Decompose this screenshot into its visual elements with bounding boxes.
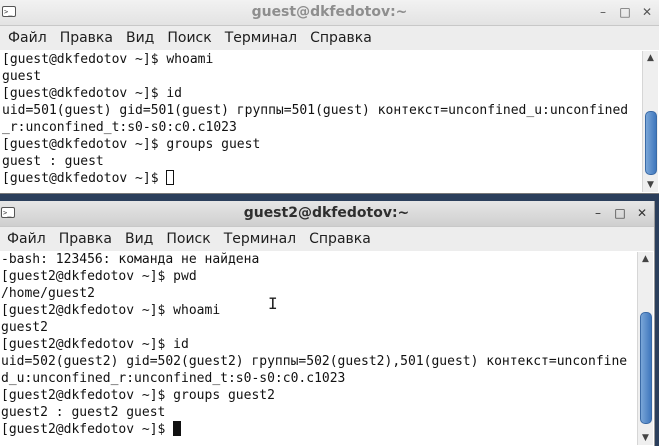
terminal-window-guest2[interactable]: >_ guest2@dkfedotov:~ – □ ✕ Файл Правка … — [0, 201, 655, 446]
terminal-line: uid=502(guest2) gid=502(guest2) группы=5… — [1, 354, 628, 369]
titlebar[interactable]: >_ guest2@dkfedotov:~ – □ ✕ — [0, 201, 654, 227]
terminal-line: [guest@dkfedotov ~]$ groups guest — [2, 137, 261, 152]
terminal-line: [guest@dkfedotov ~]$ id — [2, 86, 183, 101]
terminal-line: _r:unconfined_t:s0-s0:c0.c1023 — [2, 120, 237, 135]
prompt: [guest@dkfedotov ~]$ — [2, 171, 167, 186]
terminal-line: -bash: 123456: команда не найдена — [1, 252, 260, 267]
menu-view[interactable]: Вид — [120, 30, 161, 46]
minimize-button[interactable]: – — [595, 4, 611, 20]
terminal-line: guest2 — [1, 320, 48, 335]
prompt: [guest2@dkfedotov ~]$ — [1, 422, 174, 437]
text-cursor — [173, 421, 182, 436]
menu-edit[interactable]: Правка — [54, 30, 120, 46]
scroll-up-icon[interactable]: ▲ — [638, 252, 653, 266]
prompt-line[interactable]: [guest2@dkfedotov ~]$ — [1, 421, 636, 438]
maximize-button[interactable]: □ — [612, 205, 628, 221]
scroll-up-icon[interactable]: ▲ — [643, 51, 658, 65]
terminal-line: guest2 : guest2 guest — [1, 405, 166, 420]
menu-help[interactable]: Справка — [303, 231, 378, 247]
text-cursor — [166, 170, 175, 185]
terminal-line: [guest2@dkfedotov ~]$ whoami — [1, 303, 221, 318]
menu-search[interactable]: Поиск — [161, 30, 218, 46]
terminal-output[interactable]: -bash: 123456: команда не найдена [guest… — [0, 251, 654, 446]
menu-terminal[interactable]: Терминал — [219, 30, 304, 46]
close-button[interactable]: ✕ — [634, 205, 650, 221]
scrollbar-thumb[interactable] — [645, 111, 657, 175]
terminal-line: /home/guest2 — [1, 286, 95, 301]
menu-view[interactable]: Вид — [119, 231, 160, 247]
scrollbar[interactable]: ▲ ▼ — [642, 51, 658, 192]
menu-terminal[interactable]: Терминал — [218, 231, 303, 247]
menubar: Файл Правка Вид Поиск Терминал Справка — [0, 227, 654, 252]
menubar: Файл Правка Вид Поиск Терминал Справка — [0, 26, 659, 51]
scroll-down-icon[interactable]: ▼ — [638, 431, 653, 445]
terminal-line: guest — [2, 69, 42, 84]
menu-help[interactable]: Справка — [304, 30, 379, 46]
terminal-line: d_u:unconfined_r:unconfined_t:s0-s0:c0.c… — [1, 371, 346, 386]
ibeam-cursor-icon: Ι — [268, 296, 278, 312]
terminal-line: [guest@dkfedotov ~]$ whoami — [2, 52, 214, 67]
terminal-line: [guest2@dkfedotov ~]$ groups guest2 — [1, 388, 275, 403]
titlebar[interactable]: >_ guest@dkfedotov:~ – □ ✕ — [0, 0, 659, 26]
scroll-down-icon[interactable]: ▼ — [643, 178, 658, 192]
menu-file[interactable]: Файл — [2, 30, 54, 46]
menu-file[interactable]: Файл — [1, 231, 53, 247]
terminal-line: [guest2@dkfedotov ~]$ pwd — [1, 269, 197, 284]
terminal-line: guest : guest — [2, 154, 104, 169]
scrollbar-thumb[interactable] — [640, 312, 652, 424]
scrollbar[interactable]: ▲ ▼ — [637, 252, 653, 445]
close-button[interactable]: ✕ — [639, 4, 655, 20]
window-title: guest2@dkfedotov:~ — [243, 205, 410, 221]
minimize-button[interactable]: – — [590, 205, 606, 221]
terminal-line: [guest2@dkfedotov ~]$ id — [1, 337, 189, 352]
window-title: guest@dkfedotov:~ — [251, 4, 408, 20]
prompt-line[interactable]: [guest@dkfedotov ~]$ — [2, 170, 641, 187]
terminal-line: uid=501(guest) gid=501(guest) группы=501… — [2, 103, 629, 118]
menu-search[interactable]: Поиск — [160, 231, 217, 247]
terminal-output[interactable]: [guest@dkfedotov ~]$ whoami guest [guest… — [0, 50, 659, 193]
terminal-window-guest[interactable]: >_ guest@dkfedotov:~ – □ ✕ Файл Правка В… — [0, 0, 659, 194]
maximize-button[interactable]: □ — [617, 4, 633, 20]
menu-edit[interactable]: Правка — [53, 231, 119, 247]
